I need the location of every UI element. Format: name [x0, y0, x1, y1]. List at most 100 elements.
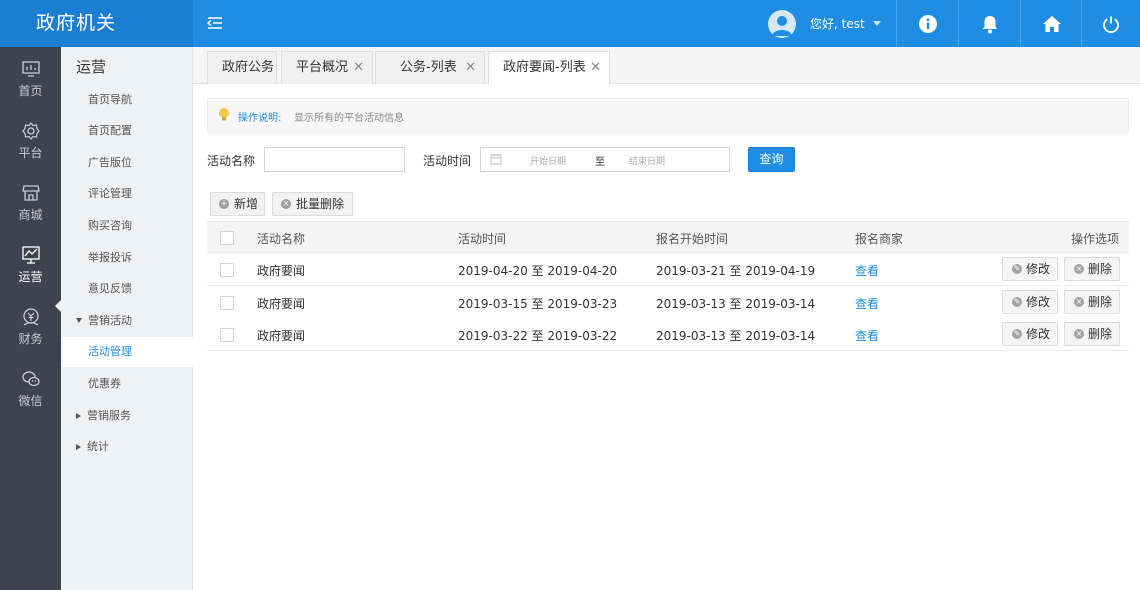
activity-name: 政府要闻	[257, 297, 306, 311]
remove-icon: ×	[281, 199, 291, 209]
edit-button[interactable]: ✎ 修改	[1002, 322, 1058, 346]
tab-label: 政府要闻-列表	[503, 60, 586, 75]
activity-name-input[interactable]	[264, 147, 405, 172]
info-icon	[918, 14, 937, 33]
notification-button[interactable]	[958, 0, 1020, 47]
submenu-item[interactable]: 意见反馈	[61, 274, 193, 304]
tab-label: 政府公务	[222, 60, 275, 75]
tab-platform-overview[interactable]: 平台概况 ✕	[281, 51, 373, 84]
select-all-checkbox[interactable]	[220, 231, 234, 245]
batch-delete-label: 批量删除	[296, 197, 345, 211]
submenu-group-label: 营销服务	[87, 409, 131, 422]
batch-delete-button[interactable]: × 批量删除	[272, 192, 353, 216]
add-button[interactable]: + 新增	[210, 192, 265, 216]
collapsed-icon	[76, 413, 81, 419]
row-checkbox[interactable]	[220, 296, 234, 310]
instruction-banner: 操作说明: 显示所有的平台活动信息	[207, 98, 1129, 133]
submenu-group-stats[interactable]: 统计	[61, 432, 193, 462]
delete-button[interactable]: × 删除	[1064, 257, 1120, 281]
remove-icon: ×	[1074, 329, 1084, 339]
activity-time: 2019-03-22 至 2019-03-22	[458, 329, 618, 343]
close-icon[interactable]: ✕	[465, 52, 476, 83]
home-button[interactable]	[1020, 0, 1082, 47]
column-header: 报名商家	[855, 232, 904, 246]
tab-affairs-list[interactable]: 公务-列表 ✕	[375, 51, 485, 84]
avatar	[768, 9, 796, 38]
tab-gov-affairs[interactable]: 政府公务	[207, 51, 277, 84]
instruction-label: 操作说明:	[238, 113, 282, 124]
edit-label: 修改	[1026, 295, 1051, 309]
rail-item-operations[interactable]: 运营	[0, 233, 61, 295]
monitor-icon	[21, 61, 40, 77]
row-checkbox[interactable]	[220, 263, 234, 277]
signup-time: 2019-03-13 至 2019-03-14	[656, 297, 816, 311]
wechat-icon	[21, 371, 40, 387]
lightbulb-icon	[219, 108, 229, 121]
logout-button[interactable]	[1081, 0, 1140, 47]
delete-label: 删除	[1088, 327, 1113, 341]
home-icon	[1042, 15, 1061, 32]
info-button[interactable]	[896, 0, 958, 47]
column-header: 操作选项	[1071, 232, 1120, 246]
query-button[interactable]: 查询	[748, 147, 795, 172]
user-menu[interactable]: 您好, test	[768, 9, 881, 38]
edit-label: 修改	[1026, 327, 1051, 341]
table-header: 活动名称 活动时间 报名开始时间 报名商家 操作选项	[207, 221, 1129, 253]
submenu-item[interactable]: 首页配置	[61, 116, 193, 146]
delete-button[interactable]: × 删除	[1064, 290, 1120, 314]
submenu-item[interactable]: 首页导航	[61, 85, 193, 115]
collapsed-icon	[76, 444, 81, 450]
instruction-text: 显示所有的平台活动信息	[294, 113, 404, 124]
view-merchants-link[interactable]: 查看	[855, 295, 879, 312]
column-header: 活动时间	[458, 232, 507, 246]
submenu-item[interactable]: 广告版位	[61, 148, 193, 178]
rail-item-platform[interactable]: 平台	[0, 109, 61, 171]
operations-icon	[21, 246, 40, 264]
tab-bar: 政府公务 平台概况 ✕ 公务-列表 ✕ 政府要闻-列表 ✕	[193, 47, 1140, 85]
activity-time-label: 活动时间	[423, 154, 472, 168]
rail-item-finance[interactable]: 财务	[0, 295, 61, 357]
submenu-group-service[interactable]: 营销服务	[61, 401, 193, 431]
signup-time: 2019-03-13 至 2019-03-14	[656, 329, 816, 343]
expanded-icon	[76, 318, 82, 323]
close-icon[interactable]: ✕	[353, 52, 364, 83]
submenu-item[interactable]: 举报投诉	[61, 243, 193, 273]
tab-label: 平台概况	[296, 60, 349, 75]
submenu-group-marketing[interactable]: 营销活动	[61, 306, 193, 336]
end-date-placeholder[interactable]: 结束日期	[629, 154, 665, 167]
rail-item-home[interactable]: 首页	[0, 47, 61, 109]
store-icon	[21, 185, 40, 201]
sub-nav: 运营 首页导航 首页配置 广告版位 评论管理 购买咨询 举报投诉 意见反馈 营销…	[61, 47, 193, 590]
activity-time: 2019-03-15 至 2019-03-23	[458, 297, 618, 311]
rail-item-wechat[interactable]: 微信	[0, 357, 61, 419]
edit-button[interactable]: ✎ 修改	[1002, 290, 1058, 314]
submenu-title: 运营	[76, 58, 107, 76]
view-merchants-link[interactable]: 查看	[855, 327, 879, 344]
submenu-item-active[interactable]: 活动管理	[61, 337, 193, 367]
view-merchants-link[interactable]: 查看	[855, 262, 879, 279]
user-greeting: 您好, test	[810, 17, 865, 31]
rail-label: 商城	[18, 208, 43, 222]
collapse-menu-icon[interactable]	[206, 14, 224, 32]
start-date-placeholder[interactable]: 开始日期	[530, 154, 566, 167]
date-range-picker[interactable]: 开始日期 至 结束日期	[480, 147, 730, 172]
edit-button[interactable]: ✎ 修改	[1002, 257, 1058, 281]
power-icon	[1103, 16, 1119, 33]
submenu-item[interactable]: 购买咨询	[61, 211, 193, 241]
row-checkbox[interactable]	[220, 328, 234, 342]
tab-news-list[interactable]: 政府要闻-列表 ✕	[488, 51, 610, 85]
activity-time: 2019-04-20 至 2019-04-20	[458, 264, 618, 278]
submenu-item[interactable]: 评论管理	[61, 179, 193, 209]
chevron-down-icon	[872, 21, 881, 26]
rail-item-mall[interactable]: 商城	[0, 171, 61, 233]
close-icon[interactable]: ✕	[590, 52, 601, 83]
add-button-label: 新增	[234, 197, 259, 211]
rail-label: 微信	[18, 394, 43, 408]
submenu-group-label: 营销活动	[88, 314, 132, 327]
rail-label: 财务	[18, 332, 43, 346]
delete-label: 删除	[1088, 262, 1113, 276]
delete-button[interactable]: × 删除	[1064, 322, 1120, 346]
table-row: 政府要闻 2019-03-22 至 2019-03-22 2019-03-13 …	[207, 318, 1129, 351]
submenu-item[interactable]: 优惠券	[61, 369, 193, 399]
date-separator: 至	[595, 157, 605, 168]
